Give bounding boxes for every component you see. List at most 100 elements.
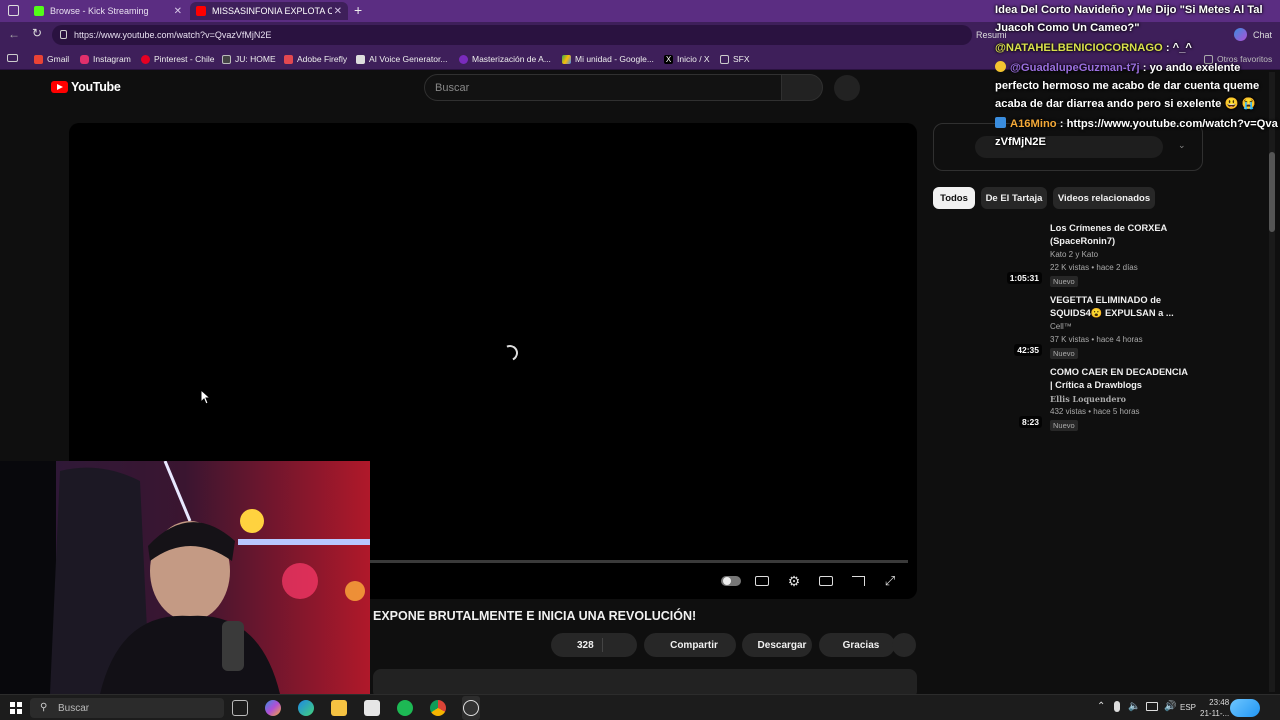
bookmark-label: AI Voice Generator... — [369, 54, 448, 64]
taskbar-search-placeholder: Buscar — [58, 702, 90, 714]
taskbar-search-input[interactable]: ⚲ Buscar — [30, 698, 224, 718]
recommendation-channel[interactable]: Cell™ — [1050, 322, 1072, 331]
recommendation-channel[interactable]: Ellis Loquendero — [1050, 394, 1126, 404]
tab-label: MISSASINFONIA EXPLOTA CONT — [212, 6, 332, 16]
bookmark-instagram[interactable]: Instagram — [80, 52, 131, 66]
windows-start-icon[interactable] — [10, 702, 22, 714]
spotify-icon[interactable] — [397, 700, 413, 716]
page-scrollbar[interactable] — [1269, 72, 1275, 692]
youtube-icon — [196, 6, 206, 16]
edge-icon[interactable] — [298, 700, 314, 716]
x-icon: X — [664, 54, 673, 64]
taskbar-active-indicator — [462, 696, 480, 720]
webcam-overlay — [0, 461, 370, 694]
share-button[interactable]: Compartir — [644, 633, 736, 657]
recommendation-meta: 22 K vistas • hace 2 días — [1050, 263, 1138, 272]
url-input[interactable]: https://www.youtube.com/watch?v=QvazVfMj… — [52, 25, 972, 45]
chip-de-el-tartaja[interactable]: De El Tartaja — [981, 187, 1047, 209]
bookmark-x[interactable]: X Inicio / X — [664, 52, 710, 66]
chat-text: : ^_^ — [1165, 42, 1192, 54]
chip-todos[interactable]: Todos — [933, 187, 975, 209]
recommendation-title[interactable]: Los Crímenes de CORXEA (SpaceRonin7) — [1050, 222, 1190, 248]
close-icon[interactable]: ✕ — [334, 6, 342, 17]
video-duration: 42:35 — [1014, 344, 1042, 356]
recommendation-item[interactable]: 42:35 VEGETTA ELIMINADO de SQUIDS4😮 EXPU… — [940, 294, 1190, 360]
search-icon: ⚲ — [40, 702, 48, 713]
refresh-icon[interactable]: ↻ — [32, 26, 42, 40]
weather-widget-icon[interactable] — [1230, 699, 1260, 717]
cast-icon[interactable] — [850, 573, 866, 589]
autoplay-toggle[interactable] — [720, 573, 742, 589]
tab-youtube[interactable]: MISSASINFONIA EXPLOTA CONT ✕ — [190, 2, 348, 20]
network-icon[interactable] — [1146, 702, 1158, 711]
fullscreen-icon[interactable]: ⤢ — [882, 573, 898, 589]
download-button[interactable]: Descargar — [742, 633, 812, 657]
file-explorer-icon[interactable] — [331, 700, 347, 716]
thanks-button[interactable]: Gracias — [819, 633, 895, 657]
clock-time: 23:48 — [1209, 698, 1230, 707]
volume-icon[interactable]: 🔊 — [1164, 701, 1176, 712]
like-button[interactable]: 328 — [551, 633, 637, 657]
task-view-icon[interactable] — [232, 700, 248, 716]
chat-badge-icon — [995, 61, 1006, 72]
close-icon[interactable]: ✕ — [174, 6, 182, 17]
bookmark-ju-home[interactable]: JU: HOME — [222, 52, 276, 66]
youtube-logo[interactable]: YouTube — [51, 80, 121, 94]
tab-label: Browse - Kick Streaming — [50, 6, 149, 16]
voice-search-button[interactable] — [834, 75, 860, 101]
recommendation-title[interactable]: COMO CAER EN DECADENCIA | Crítica a Draw… — [1050, 366, 1190, 392]
more-actions-button[interactable] — [892, 633, 916, 657]
bookmark-label: Masterización de A... — [472, 54, 551, 64]
video-title: EXPONE BRUTALMENTE E INICIA UNA REVOLUCI… — [373, 609, 697, 623]
search-input[interactable]: Buscar — [424, 74, 782, 101]
chat-badge-icon — [995, 117, 1006, 128]
recommendation-item[interactable]: 8:23 COMO CAER EN DECADENCIA | Crítica a… — [940, 366, 1190, 432]
ai-voice-icon — [356, 54, 365, 64]
chip-videos-relacionados[interactable]: Videos relacionados — [1053, 187, 1155, 209]
copilot-icon[interactable] — [265, 700, 281, 716]
chrome-icon[interactable] — [430, 700, 446, 716]
chat-header: Idea Del Corto Navideño y Me Dijo "Si Me… — [995, 4, 1263, 34]
new-tab-button[interactable]: + — [354, 2, 362, 18]
thanks-label: Gracias — [842, 639, 880, 651]
bookmark-label: SFX — [733, 54, 750, 64]
tab-kick[interactable]: Browse - Kick Streaming ✕ — [28, 2, 188, 20]
settings-gear-icon[interactable]: ⚙ — [786, 573, 802, 589]
bookmark-adobe-firefly[interactable]: Adobe Firefly — [284, 52, 347, 66]
store-icon[interactable] — [364, 700, 380, 716]
bookmark-pinterest[interactable]: Pinterest - Chile — [141, 52, 214, 66]
taskbar-clock[interactable]: 23:48 21-11-... — [1200, 697, 1229, 719]
kick-icon — [34, 6, 44, 16]
theater-mode-icon[interactable] — [818, 573, 834, 589]
bookmark-sfx[interactable]: SFX — [720, 52, 750, 66]
ju-icon — [222, 54, 231, 64]
reading-list-icon[interactable] — [7, 54, 18, 62]
recommendation-meta: 432 vistas • hace 5 horas — [1050, 407, 1140, 416]
recommendation-channel[interactable]: Kato 2 y Kato — [1050, 250, 1098, 259]
microphone-icon[interactable] — [1114, 701, 1120, 712]
video-duration: 8:23 — [1018, 416, 1042, 428]
masterizacion-icon — [459, 54, 468, 64]
back-icon[interactable]: ← — [8, 27, 20, 41]
google-drive-icon — [562, 54, 571, 64]
stream-chat-overlay: Idea Del Corto Navideño y Me Dijo "Si Me… — [995, 1, 1280, 153]
bookmark-label: JU: HOME — [235, 54, 276, 64]
subtitles-icon[interactable] — [754, 573, 770, 589]
window-menu-icon[interactable] — [8, 5, 19, 16]
chat-username: A16Mino — [1010, 118, 1057, 130]
bookmark-ai-voice[interactable]: AI Voice Generator... — [356, 52, 447, 66]
bookmark-masterizacion[interactable]: Masterización de A... — [459, 52, 551, 66]
chat-message: @NATAHELBENICIOCORNAGO : ^_^ — [995, 39, 1280, 57]
recommendation-item[interactable]: 1:05:31 Los Crímenes de CORXEA (SpaceRon… — [940, 222, 1190, 288]
bookmark-label: Adobe Firefly — [297, 54, 348, 64]
recommendation-title[interactable]: VEGETTA ELIMINADO de SQUIDS4😮 EXPULSAN a… — [1050, 294, 1190, 320]
search-button[interactable] — [781, 74, 823, 101]
mouse-cursor-icon — [200, 389, 212, 405]
bookmark-google-drive[interactable]: Mi unidad - Google... — [562, 52, 654, 66]
bookmark-gmail[interactable]: Gmail — [34, 52, 69, 66]
bookmark-label: Pinterest - Chile — [154, 54, 215, 64]
folder-icon — [720, 54, 729, 64]
tray-chevron-up-icon[interactable]: ⌃ — [1097, 701, 1105, 712]
speaker-icon[interactable]: 🔈 — [1128, 701, 1140, 712]
language-indicator[interactable]: ESP — [1180, 703, 1196, 712]
